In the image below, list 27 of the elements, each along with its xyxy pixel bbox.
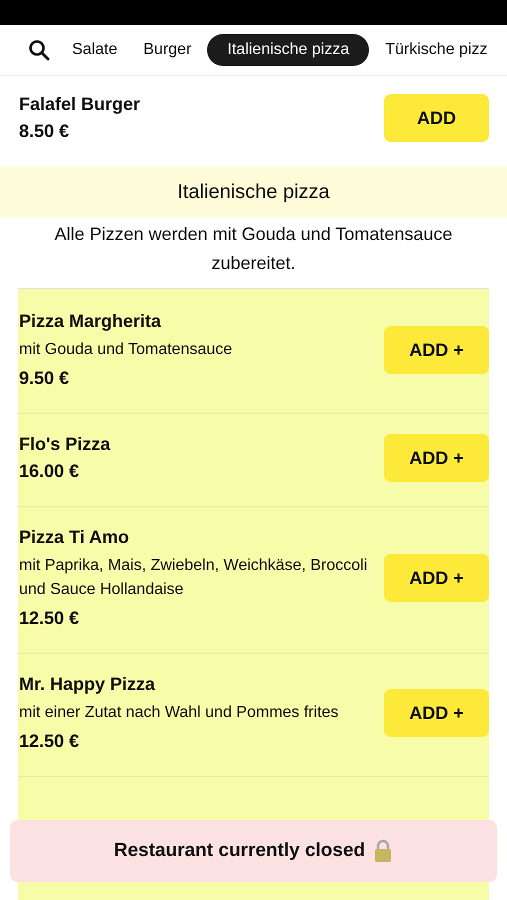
item-price: 16.00 €	[19, 461, 80, 482]
add-button[interactable]: ADD +	[384, 554, 489, 602]
lock-icon	[373, 839, 394, 863]
item-name: Flo's Pizza	[19, 434, 112, 455]
notice-text: Restaurant currently closed	[114, 840, 366, 862]
item-name: Mr. Happy Pizza	[19, 674, 156, 695]
item-name: Pizza Ti Amo	[19, 527, 130, 548]
item-price: 12.50 €	[19, 608, 80, 629]
item-description: mit Paprika, Mais, Zwiebeln, Weichkäse, Broccoli und Sauce Hollandaise	[19, 556, 368, 600]
category-tab[interactable]: Burger	[133, 34, 202, 66]
category-tab[interactable]: Türkische pizz	[375, 34, 498, 66]
category-tab[interactable]: Salate	[62, 34, 128, 66]
search-icon[interactable]	[28, 39, 50, 61]
add-button[interactable]: ADD +	[384, 689, 489, 737]
item-name: Falafel Burger	[19, 94, 140, 115]
section-title: Italienische pizza	[0, 166, 507, 218]
category-tab[interactable]: Italienische pizza	[207, 34, 370, 66]
item-price: 9.50 €	[19, 368, 70, 389]
add-button[interactable]: ADD +	[384, 434, 489, 482]
item-price: 8.50 €	[19, 121, 70, 142]
item-name: Pizza Margherita	[19, 311, 162, 332]
item-description: mit Gouda und Tomatensauce	[19, 340, 234, 360]
add-button[interactable]: ADD +	[384, 326, 489, 374]
item-description: mit einer Zutat nach Wahl und Pommes frites	[19, 703, 340, 723]
section-description: Alle Pizzen werden mit Gouda und Tomatensauce zubereitet.	[54, 223, 454, 275]
add-button[interactable]: ADD	[384, 94, 489, 142]
item-price: 12.50 €	[19, 731, 80, 752]
